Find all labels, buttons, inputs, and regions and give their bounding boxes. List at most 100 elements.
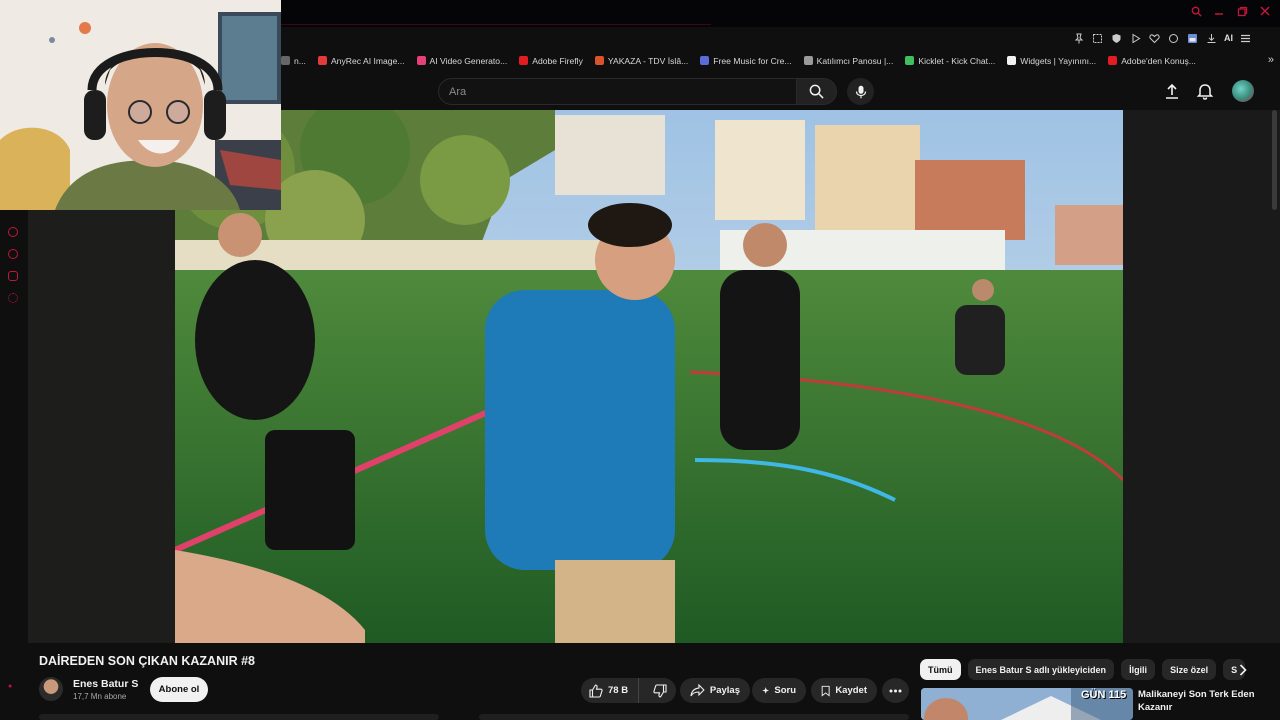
mic-icon	[855, 85, 866, 98]
window-controls	[1189, 4, 1272, 18]
share-icon	[690, 684, 705, 697]
bookmark-label: Adobe Firefly	[532, 55, 583, 66]
more-actions-button[interactable]	[882, 678, 909, 703]
filter-chip[interactable]: Size özel	[1162, 659, 1217, 680]
filter-chip[interactable]: İlgili	[1121, 659, 1156, 680]
minimize-icon[interactable]	[1212, 4, 1226, 18]
more-horizontal-icon	[889, 689, 902, 692]
share-button[interactable]: Paylaş	[680, 678, 750, 703]
voice-search-button[interactable]	[847, 78, 874, 105]
sidebar-chat-icon[interactable]	[8, 271, 18, 281]
profile-avatar[interactable]	[1232, 80, 1254, 102]
video-frame-image	[175, 110, 1123, 643]
bookmark-item[interactable]: Kicklet - Kick Chat...	[905, 56, 995, 66]
upload-button[interactable]	[1163, 82, 1181, 100]
bookmark-favicon-icon	[1108, 56, 1118, 65]
bookmark-favicon-icon	[1007, 56, 1017, 65]
filter-chip[interactable]: Enes Batur S adlı yükleyiciden	[967, 659, 1115, 680]
channel-name[interactable]: Enes Batur S	[73, 678, 138, 690]
bookmark-icon	[821, 685, 830, 697]
chips-next-button[interactable]	[1235, 661, 1251, 679]
bookmark-favicon-icon	[281, 56, 290, 65]
ask-button[interactable]: Soru	[752, 678, 806, 703]
extension-puzzle-icon[interactable]	[1167, 32, 1180, 45]
bookmark-favicon-icon	[317, 56, 327, 65]
subscriber-count: 17,7 Mn abone	[73, 692, 127, 701]
scrollbar-thumb[interactable]	[1272, 110, 1277, 210]
webcam-image	[0, 0, 281, 210]
share-label: Paylaş	[709, 685, 740, 696]
bookmark-favicon-icon	[519, 56, 529, 65]
bookmarks-overflow-icon[interactable]: »	[1268, 54, 1274, 66]
like-dislike-group: 78 B	[581, 678, 676, 703]
bookmark-item[interactable]: Katılımcı Panosu |...	[803, 55, 894, 66]
bookmark-item[interactable]: Widgets | Yayınını...	[1007, 56, 1096, 66]
theater-right-padding	[1123, 110, 1280, 643]
bookmark-item[interactable]: AI Video Generato...	[416, 56, 507, 66]
search-button[interactable]	[796, 78, 837, 105]
bookmark-favicon-icon	[594, 56, 604, 65]
bookmark-item[interactable]: n...	[281, 56, 306, 66]
search-input[interactable]: Ara	[438, 78, 796, 105]
shield-icon[interactable]	[1110, 32, 1123, 45]
theater-left-padding	[28, 210, 175, 643]
recommended-video-thumbnail[interactable]: GÜN 115	[921, 688, 1133, 720]
left-side-panel	[0, 210, 28, 720]
video-title: DAİREDEN SON ÇIKAN KAZANIR #8	[39, 654, 255, 668]
sidebar-history-icon[interactable]	[8, 249, 18, 259]
bookmark-item[interactable]: Adobe Firefly	[519, 56, 583, 66]
filter-chip[interactable]: Tümü	[920, 659, 961, 680]
bookmark-label: Kicklet - Kick Chat...	[918, 55, 996, 66]
menu-icon[interactable]	[1239, 32, 1252, 45]
close-window-icon[interactable]	[1258, 4, 1272, 18]
notifications-button[interactable]	[1196, 82, 1214, 100]
extension-toolbar: AI	[1072, 30, 1252, 46]
browser-title-bar	[281, 0, 1280, 27]
like-button[interactable]: 78 B	[581, 678, 639, 703]
heart-icon[interactable]	[1148, 32, 1161, 45]
bookmarks-bar: n... AnyRec AI Image... AI Video Generato.…	[281, 51, 1280, 70]
subscribe-button[interactable]: Abone ol	[150, 677, 208, 702]
dislike-button[interactable]	[644, 678, 676, 703]
thumbs-up-icon	[589, 683, 603, 698]
ai-extension-label[interactable]: AI	[1224, 32, 1233, 45]
bookmark-label: Adobe'den Konuş...	[1121, 55, 1196, 66]
bookmark-item[interactable]: Adobe'den Konuş...	[1108, 56, 1196, 66]
like-count: 78 B	[608, 685, 629, 696]
bookmark-item[interactable]: AnyRec AI Image...	[317, 55, 405, 66]
bookmark-item[interactable]: YAKAZA - TDV İslâ...	[594, 55, 689, 66]
screenshot-icon[interactable]	[1091, 32, 1104, 45]
bookmark-label: YAKAZA - TDV İslâ...	[607, 55, 689, 66]
ask-label: Soru	[774, 685, 796, 696]
sidebar-home-icon[interactable]	[8, 227, 18, 237]
bookmark-favicon-icon	[803, 56, 813, 65]
download-icon[interactable]	[1205, 32, 1218, 45]
thumbs-down-icon	[653, 683, 667, 698]
sidebar-settings-icon[interactable]	[8, 293, 18, 303]
search-icon	[809, 84, 824, 99]
bookmark-favicon-icon	[416, 56, 426, 65]
description-box-edge	[39, 714, 909, 720]
search-tabs-icon[interactable]	[1189, 4, 1203, 18]
video-player[interactable]	[175, 110, 1123, 643]
restore-icon[interactable]	[1235, 4, 1249, 18]
pin-icon[interactable]	[1072, 32, 1085, 45]
play-icon[interactable]	[1129, 32, 1142, 45]
bookmark-item[interactable]: Free Music for Cre...	[700, 55, 792, 66]
bell-icon	[1196, 84, 1214, 100]
recommended-video-title[interactable]: Malikaneyi Son Terk Eden Kazanır	[1138, 688, 1268, 714]
thumbnail-overlay-text: GÜN 115	[1081, 689, 1127, 701]
webcam-overlay	[0, 0, 281, 210]
bookmark-label: AnyRec AI Image...	[330, 55, 405, 66]
save-button[interactable]: Kaydet	[811, 678, 877, 703]
bookmark-label: Katılımcı Panosu |...	[816, 55, 894, 66]
image-extension-icon[interactable]	[1186, 32, 1199, 45]
tab-indicator-line	[281, 24, 711, 25]
upload-icon	[1166, 83, 1178, 99]
save-label: Kaydet	[835, 685, 867, 696]
channel-avatar[interactable]	[39, 677, 63, 701]
bookmark-label: Free Music for Cre...	[713, 55, 792, 66]
bookmark-label: n...	[294, 55, 306, 66]
sidebar-bottom-icon[interactable]: ●	[8, 683, 12, 690]
chevron-right-icon	[1239, 664, 1247, 676]
